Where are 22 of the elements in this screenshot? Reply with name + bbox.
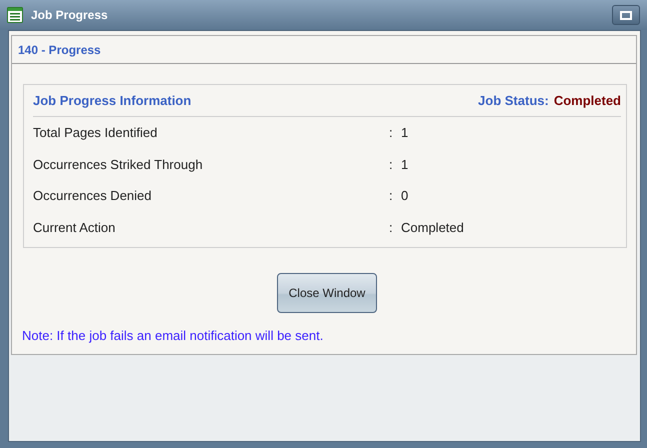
field-label: Total Pages Identified	[33, 125, 158, 140]
note-text: Note: If the job fails an email notification will be sent.	[22, 328, 324, 343]
field-label: Current Action	[33, 220, 116, 235]
field-value: 1	[401, 156, 408, 172]
window-title: Job Progress	[31, 8, 109, 22]
form-icon	[7, 7, 23, 23]
separator-text: :	[389, 188, 394, 204]
status-value: Completed	[554, 93, 621, 108]
maximize-button[interactable]	[612, 5, 640, 25]
field-value: Completed	[401, 220, 464, 235]
panel-title: 140 - Progress	[18, 42, 101, 56]
section-title: Job Progress Information	[33, 93, 192, 108]
status-label: Job Status:	[478, 93, 549, 108]
field-value: 0	[401, 188, 408, 204]
close-window-button[interactable]: Close Window	[277, 273, 377, 313]
field-value: 1	[401, 125, 408, 140]
separator-text: :	[389, 220, 394, 235]
separator-text: :	[389, 125, 394, 140]
field-label: Occurrences Striked Through	[33, 156, 204, 172]
separator-text: :	[389, 156, 394, 172]
field-label: Occurrences Denied	[33, 188, 152, 204]
maximize-icon	[620, 10, 632, 20]
